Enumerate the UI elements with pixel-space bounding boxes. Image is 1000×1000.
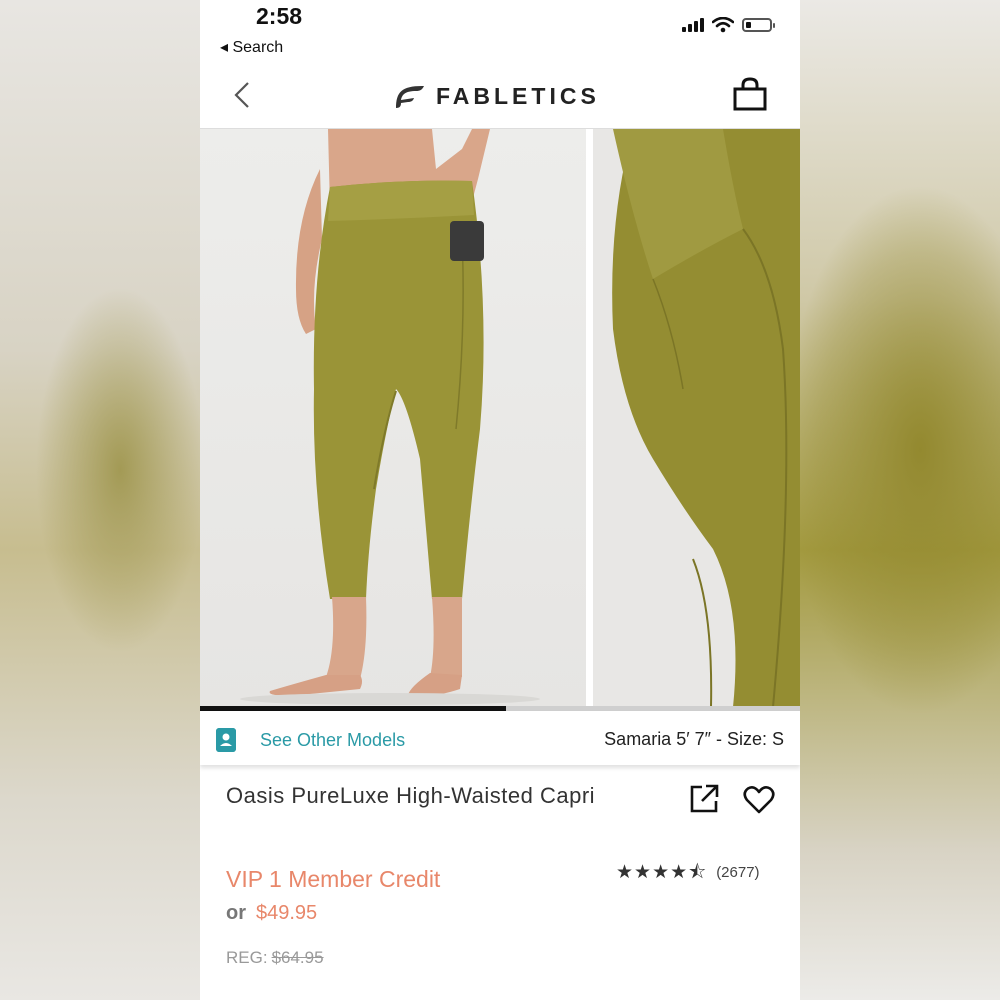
product-rating[interactable]: ★ ★ ★ ★ ⯪ (2677): [616, 863, 760, 882]
star-icon: ★: [616, 862, 634, 883]
back-chevron-icon[interactable]: [228, 80, 258, 110]
product-image-detail[interactable]: [593, 129, 800, 707]
share-icon[interactable]: [688, 783, 720, 815]
heart-icon[interactable]: [743, 785, 775, 815]
battery-icon: [742, 18, 775, 32]
signal-icon: [682, 18, 704, 32]
regular-price-row: REG: $64.95: [226, 948, 324, 968]
product-image-main[interactable]: [200, 129, 586, 707]
price-row: or $49.95: [226, 902, 317, 925]
see-other-models-link[interactable]: See Other Models: [260, 730, 405, 751]
status-time: 2:58: [256, 3, 303, 29]
phone-screen: 2:58 ◂ Search FABLETICS See Other Models…: [200, 0, 800, 1000]
star-icon: ★: [634, 862, 652, 883]
fabletics-logo-icon: [396, 86, 424, 108]
model-info-bar: See Other Models Samaria 5′ 7″ - Size: S: [200, 711, 800, 765]
vip-credit-label: VIP 1 Member Credit: [226, 866, 441, 892]
product-title: Oasis PureLuxe High-Waisted Capri: [226, 783, 596, 808]
wifi-icon: [712, 17, 734, 33]
review-count: (2677): [716, 864, 760, 881]
star-icon: ★: [670, 862, 688, 883]
star-rating: ★ ★ ★ ★ ⯪: [616, 863, 706, 882]
model-size-info: Samaria 5′ 7″ - Size: S: [604, 729, 784, 749]
star-icon: ⯪: [688, 862, 707, 883]
blurred-background-right: [800, 0, 1000, 1000]
brand-logo[interactable]: FABLETICS: [392, 82, 600, 110]
back-to-search-link[interactable]: ◂ Search: [220, 37, 283, 57]
regular-price: $64.95: [271, 948, 324, 967]
status-icons: [682, 14, 775, 36]
shopping-bag-icon[interactable]: [732, 76, 768, 112]
reg-label: REG:: [226, 948, 268, 967]
brand-name: FABLETICS: [436, 82, 600, 109]
star-icon: ★: [652, 862, 670, 883]
or-label: or: [226, 902, 246, 924]
top-navigation: FABLETICS: [200, 66, 800, 129]
blurred-background-left: [0, 0, 200, 1000]
model-profile-icon[interactable]: [216, 728, 236, 752]
sale-price: $49.95: [256, 902, 318, 924]
